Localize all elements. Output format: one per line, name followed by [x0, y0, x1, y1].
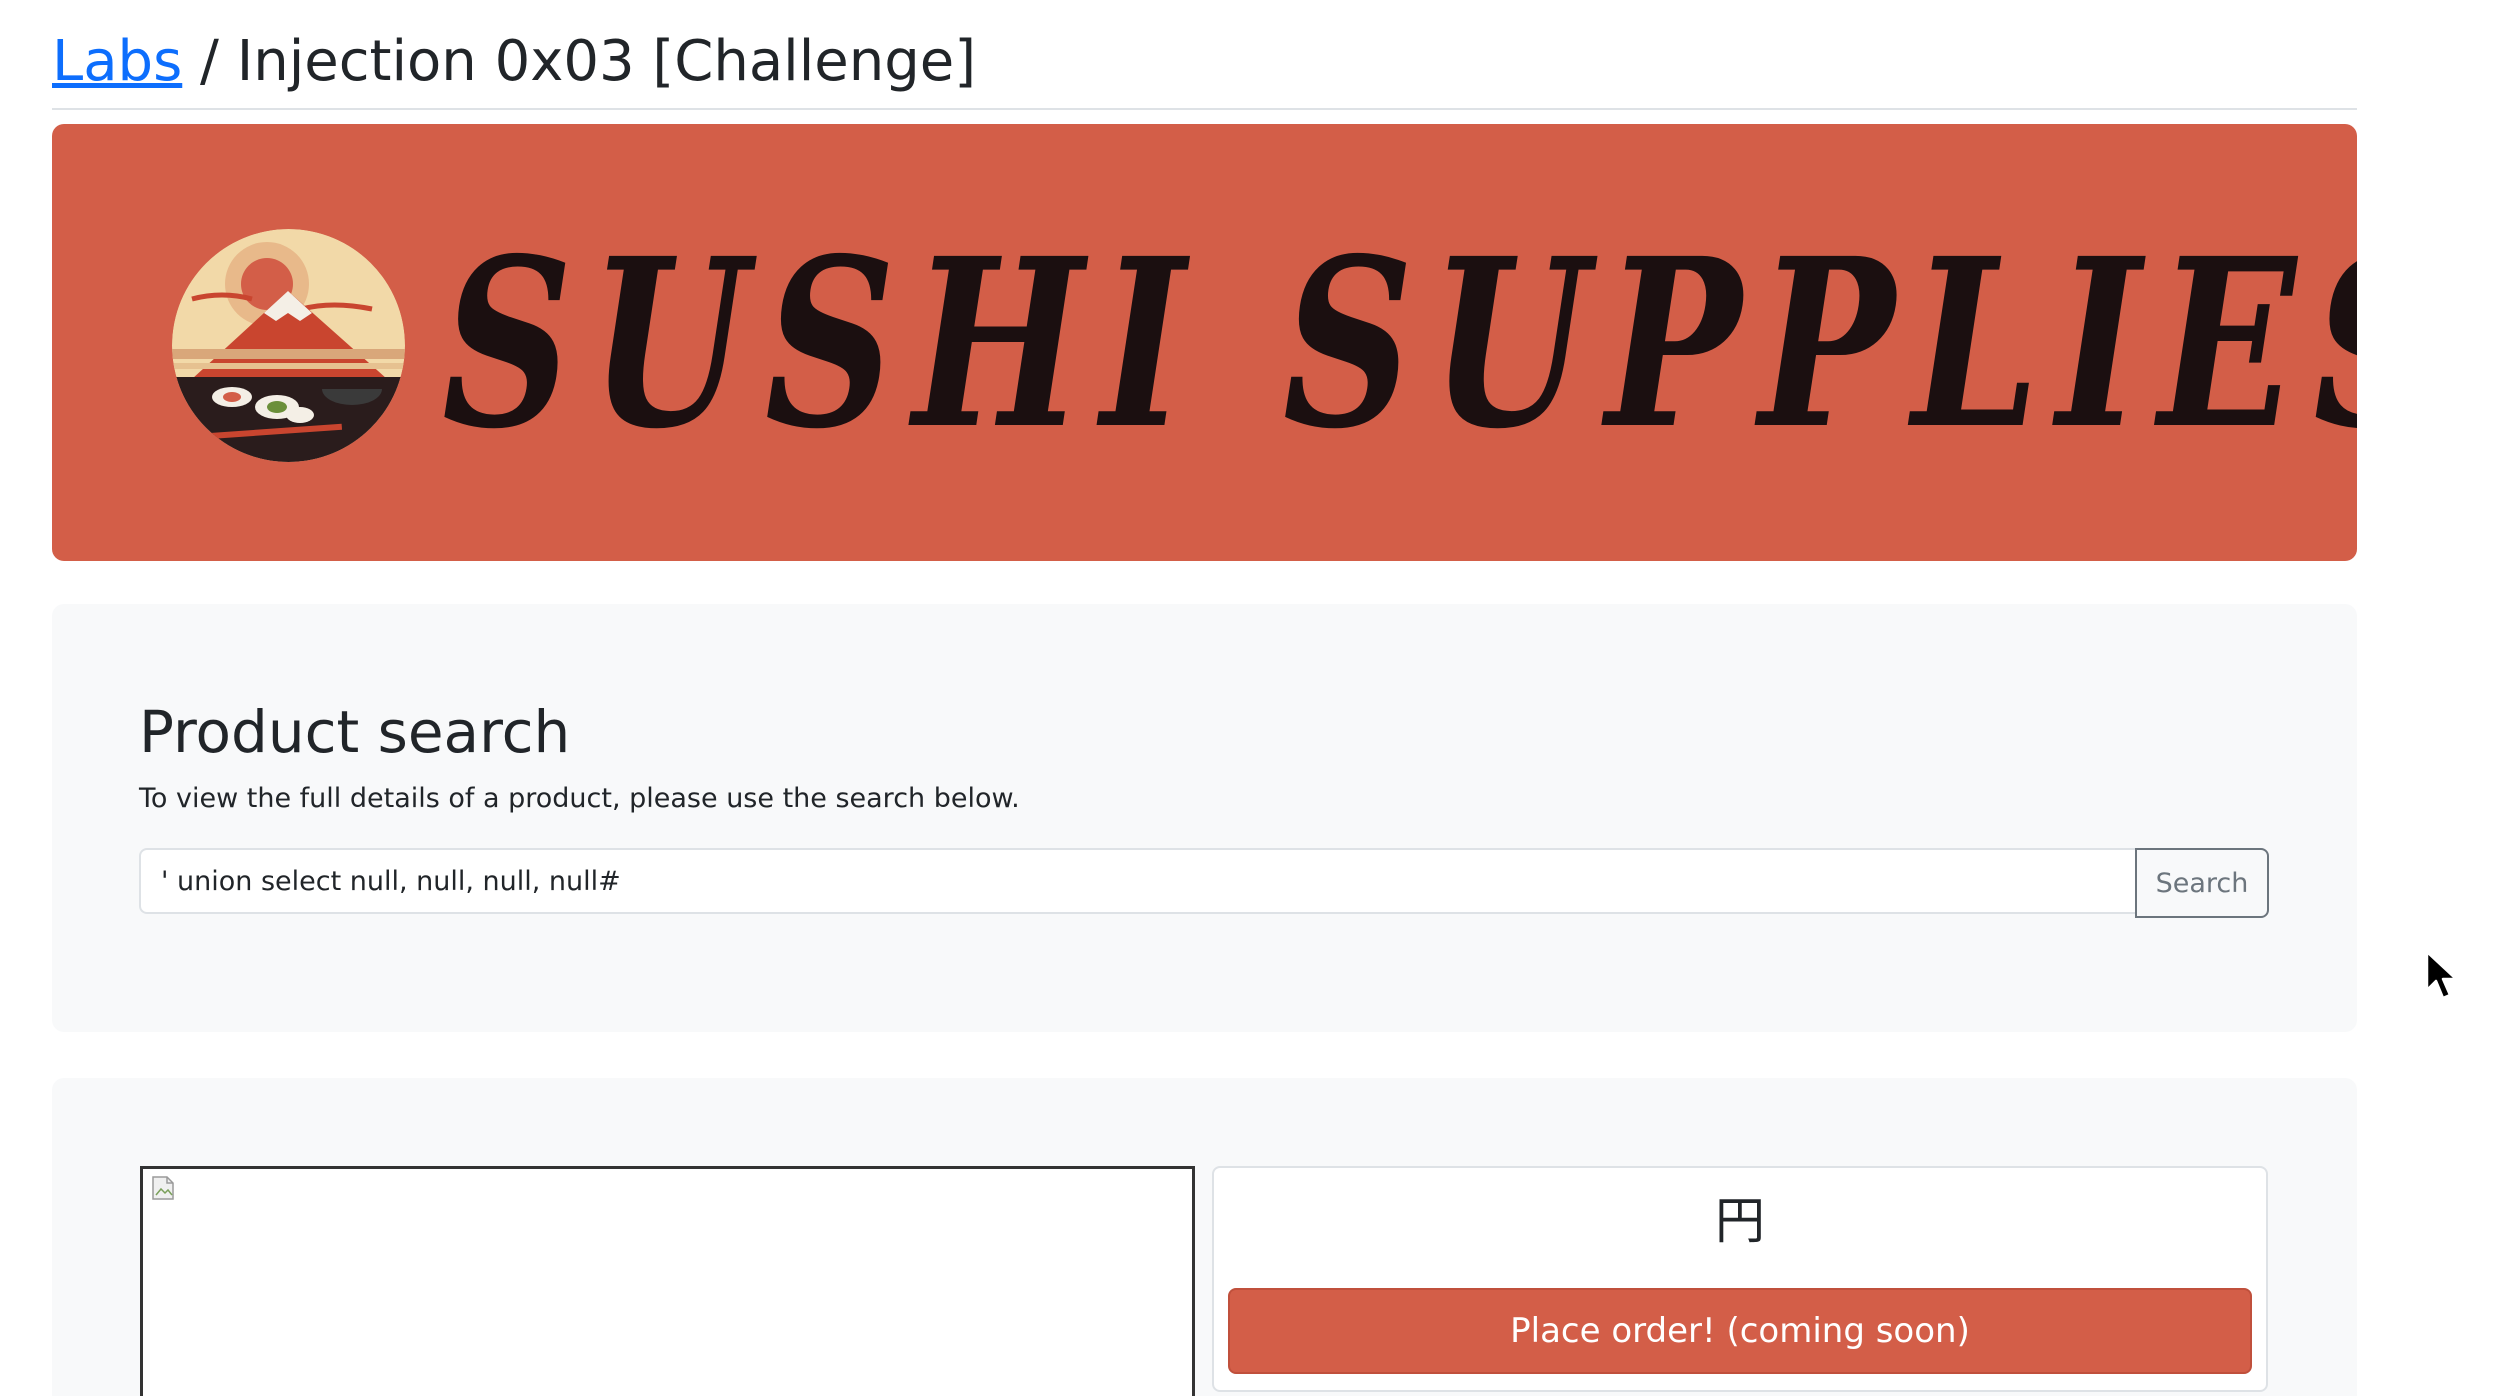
product-search-card: Product search To view the full details …: [52, 604, 2357, 1032]
broken-image-icon: [152, 1176, 174, 1200]
place-order-button[interactable]: Place order! (coming soon): [1228, 1288, 2252, 1374]
sushi-supplies-banner: SUSHI SUPPLIES: [52, 124, 2357, 561]
product-details-panel: 円 Place order! (coming soon): [1212, 1166, 2268, 1392]
breadcrumb-divider: [52, 108, 2357, 110]
breadcrumb-separator: /: [182, 29, 237, 94]
search-input[interactable]: [139, 848, 2135, 914]
breadcrumb-current: Injection 0x03 [Challenge]: [236, 29, 977, 94]
breadcrumb: Labs / Injection 0x03 [Challenge]: [52, 22, 976, 102]
product-price: 円: [1715, 1192, 1765, 1250]
product-image: [140, 1166, 1195, 1396]
sushi-logo-icon: [172, 229, 405, 462]
product-search-description: To view the full details of a product, p…: [139, 783, 1020, 814]
product-result-card: 円 Place order! (coming soon): [52, 1078, 2357, 1396]
page: Labs / Injection 0x03 [Challenge] SUSHI …: [0, 0, 2508, 1396]
mouse-cursor-icon: [2425, 950, 2458, 1000]
banner-title: SUSHI SUPPLIES: [442, 207, 2357, 480]
breadcrumb-link-labs[interactable]: Labs: [52, 29, 182, 94]
search-form: Search: [139, 848, 2271, 918]
search-button[interactable]: Search: [2135, 848, 2269, 918]
product-search-title: Product search: [139, 698, 571, 766]
